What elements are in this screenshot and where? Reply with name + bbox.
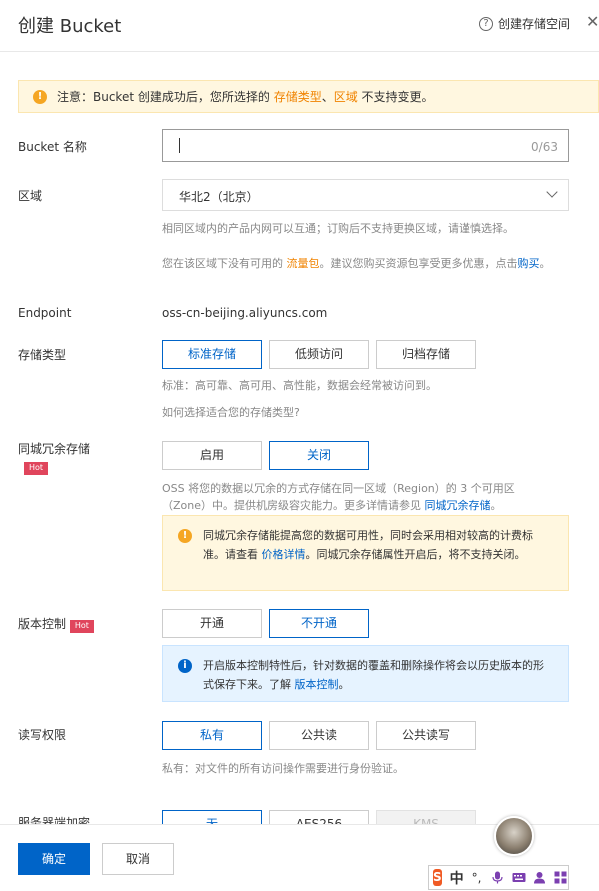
help-icon: ? [479, 16, 493, 31]
confirm-button[interactable]: 确定 [18, 843, 90, 875]
buy-link[interactable]: 购买 [518, 257, 540, 270]
versioning-label: 版本控制 Hot [18, 615, 94, 633]
user-icon[interactable] [533, 871, 546, 884]
storage-class-help-link[interactable]: 如何选择适合您的存储类型? [162, 404, 300, 421]
endpoint-value: oss-cn-beijing.aliyuncs.com [162, 306, 328, 320]
microphone-icon[interactable] [491, 871, 504, 884]
char-counter: 0/63 [531, 140, 558, 154]
bucket-name-input[interactable]: 0/63 [162, 129, 569, 162]
sogou-logo-icon[interactable]: S [433, 869, 442, 886]
avatar[interactable] [494, 816, 534, 856]
region-select[interactable]: 华北2（北京） [162, 179, 569, 211]
warning-icon: ! [178, 529, 192, 543]
acl-public-read-button[interactable]: 公共读 [269, 721, 369, 750]
storage-class-archive-button[interactable]: 归档存储 [376, 340, 476, 369]
ime-mode-toggle[interactable]: 中 [450, 868, 464, 888]
zrs-desc: OSS 将您的数据以冗余的方式存储在同一区域（Region）的 3 个可用区 （… [162, 482, 515, 512]
zrs-enable-button[interactable]: 启用 [162, 441, 262, 470]
bucket-name-label: Bucket 名称 [18, 140, 87, 154]
versioning-info-tip: i 开启版本控制特性后，针对数据的覆盖和删除操作将会以历史版本的形式保存下来。了… [162, 645, 569, 702]
acl-private-button[interactable]: 私有 [162, 721, 262, 750]
storage-class-ia-button[interactable]: 低频访问 [269, 340, 369, 369]
versioning-doc-link[interactable]: 版本控制 [295, 678, 339, 691]
zrs-tip-text: 同城冗余存储能提高您的数据可用性，同时会采用相对较高的计费标准。请查看 价格详情… [203, 529, 533, 561]
storage-class-standard-button[interactable]: 标准存储 [162, 340, 262, 369]
skin-grid-icon[interactable] [554, 871, 567, 884]
cancel-button[interactable]: 取消 [102, 843, 174, 875]
storage-class-desc: 标准：高可靠、高可用、高性能，数据会经常被访问到。 [162, 379, 437, 392]
region-link[interactable]: 区域 [334, 90, 358, 104]
notice-text: 注意：Bucket 创建成功后，您所选择的 存储类型、区域 不支持变更。 [57, 90, 434, 104]
zrs-doc-link[interactable]: 同城冗余存储 [425, 499, 491, 512]
warning-icon: ! [33, 89, 47, 104]
region-label: 区域 [18, 189, 43, 203]
dialog-header: 创建 Bucket ? 创建存储空间 ✕ [0, 0, 599, 52]
zrs-label: 同城冗余存储 [18, 442, 91, 456]
price-details-link[interactable]: 价格详情 [262, 548, 306, 561]
chevron-down-icon [546, 186, 558, 198]
region-desc: 相同区域内的产品内网可以互通；订购后不支持更换区域，请谨慎选择。 [162, 222, 514, 235]
zrs-hot-badge: Hot [24, 459, 49, 475]
info-icon: i [178, 659, 192, 673]
zrs-disable-button[interactable]: 关闭 [269, 441, 369, 470]
zrs-warning-tip: ! 同城冗余存储能提高您的数据可用性，同时会采用相对较高的计费标准。请查看 价格… [162, 515, 569, 591]
help-label: 创建存储空间 [498, 17, 571, 31]
create-bucket-help-link[interactable]: ? 创建存储空间 [479, 15, 570, 32]
dialog-title: 创建 Bucket [18, 16, 122, 37]
close-icon[interactable]: ✕ [586, 12, 599, 31]
acl-public-read-write-button[interactable]: 公共读写 [376, 721, 476, 750]
versioning-hot-badge: Hot [69, 620, 94, 633]
traffic-package-link[interactable]: 流量包 [287, 257, 320, 270]
region-traffic-note: 您在该区域下没有可用的 流量包。建议您购买资源包享受更多优惠，点击购买。 [162, 257, 551, 270]
notice-banner: ! 注意：Bucket 创建成功后，您所选择的 存储类型、区域 不支持变更。 [18, 80, 599, 113]
text-cursor [179, 138, 180, 153]
ime-punct-toggle[interactable]: °, [472, 871, 482, 885]
versioning-enable-button[interactable]: 开通 [162, 609, 262, 638]
storage-class-link[interactable]: 存储类型 [274, 90, 322, 104]
versioning-tip-text: 开启版本控制特性后，针对数据的覆盖和删除操作将会以历史版本的形式保存下来。了解 … [203, 659, 544, 691]
region-selected-value: 华北2（北京） [179, 190, 259, 204]
ime-toolbar[interactable]: S 中 °, [428, 865, 569, 890]
acl-desc: 私有：对文件的所有访问操作需要进行身份验证。 [162, 762, 404, 775]
storage-class-label: 存储类型 [18, 348, 67, 362]
versioning-disable-button[interactable]: 不开通 [269, 609, 369, 638]
endpoint-label: Endpoint [18, 306, 72, 320]
keyboard-icon[interactable] [512, 871, 526, 884]
acl-label: 读写权限 [18, 728, 67, 742]
